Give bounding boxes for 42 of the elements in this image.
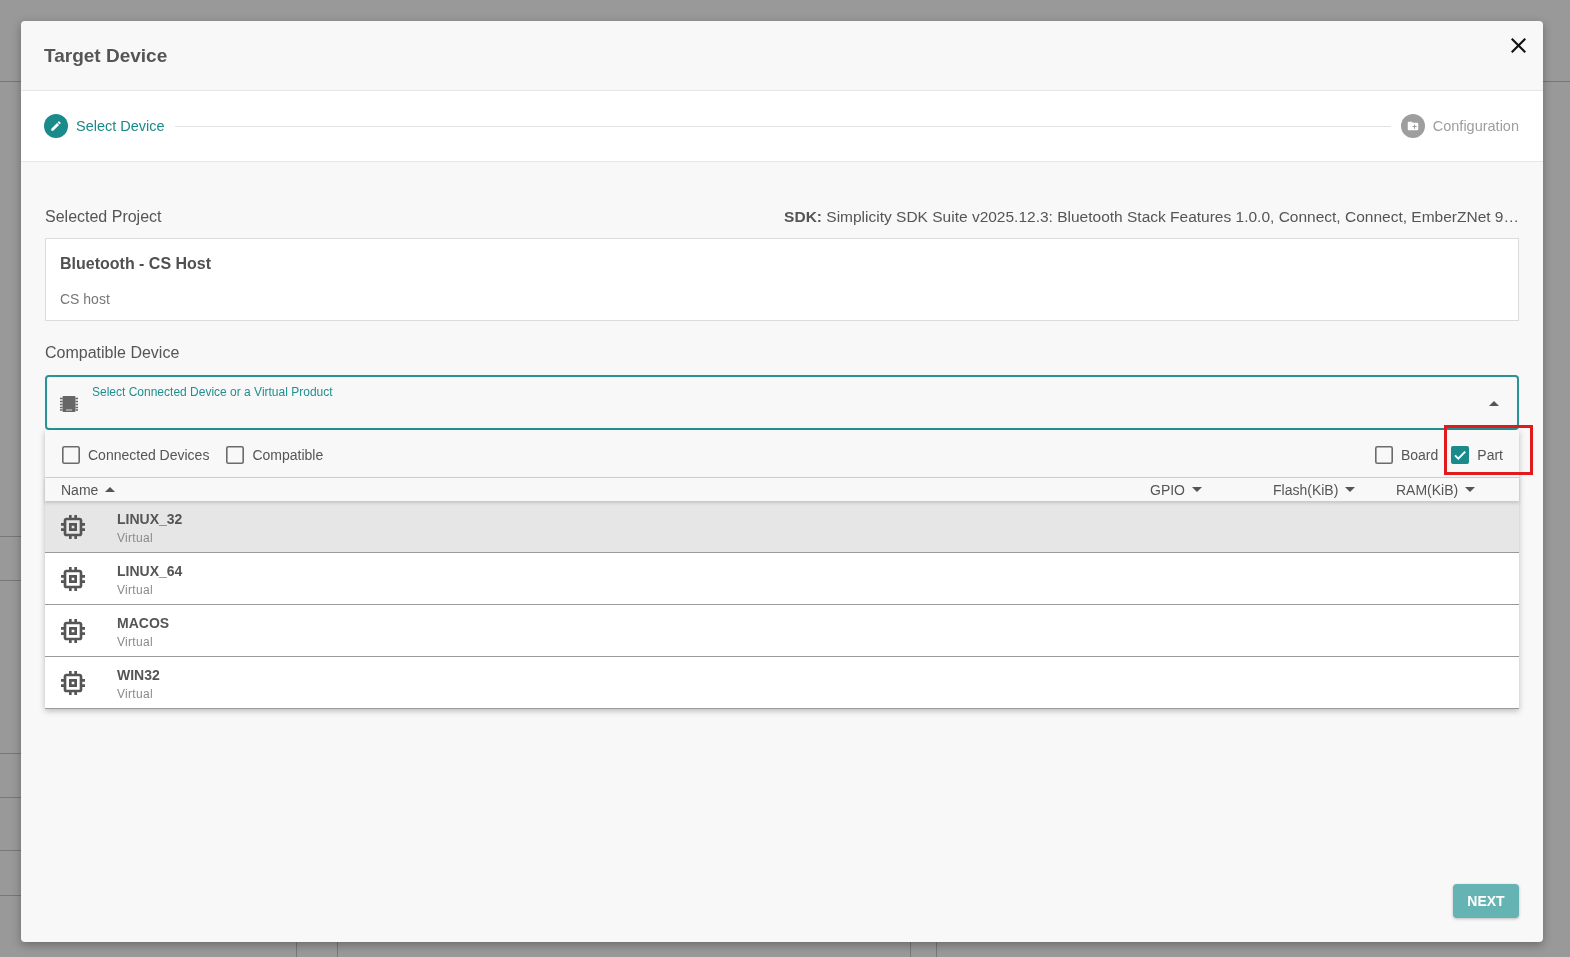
device-type: Virtual xyxy=(117,529,154,546)
checkbox[interactable] xyxy=(62,445,80,464)
chip-icon xyxy=(61,670,85,695)
dialog-title: Target Device xyxy=(44,44,168,67)
column-header[interactable]: RAM(KiB) xyxy=(1396,481,1476,498)
sdk-info: SDK: Simplicity SDK Suite v2025.12.3: Bluetooth Stack Features 1.0.0, Connect, Connect, EmberZNet 9… xyxy=(784,207,1519,227)
device-type: Virtual xyxy=(117,633,154,650)
chip-icon xyxy=(61,514,85,539)
project-description: CS host xyxy=(60,290,111,308)
step-label: Configuration xyxy=(1432,118,1519,134)
folder-plus-icon xyxy=(1400,114,1425,138)
checkbox-label: Connected Devices xyxy=(88,446,210,463)
checkbox-label: Part xyxy=(1477,446,1503,463)
project-title: Bluetooth - CS Host xyxy=(60,254,213,274)
checkbox[interactable] xyxy=(226,445,245,464)
chip-icon xyxy=(60,395,78,412)
close-button[interactable] xyxy=(1508,35,1529,56)
chip-icon xyxy=(61,618,85,643)
device-name: LINUX_64 xyxy=(117,562,183,580)
column-header[interactable]: Flash(KiB) xyxy=(1273,481,1356,498)
device-type: Virtual xyxy=(117,685,154,702)
checkbox-label: Compatible xyxy=(252,446,324,463)
device-name: MACOS xyxy=(117,614,170,632)
column-header[interactable]: Name xyxy=(61,481,116,498)
device-row[interactable]: LINUX_64 Virtual xyxy=(45,553,1519,605)
checkbox[interactable] xyxy=(1374,445,1393,464)
device-row[interactable]: MACOS Virtual xyxy=(45,605,1519,657)
device-name: WIN32 xyxy=(117,666,160,684)
chip-icon xyxy=(61,566,85,591)
device-row[interactable]: WIN32 Virtual xyxy=(45,657,1519,709)
step-label: Select Device xyxy=(76,118,165,134)
column-header[interactable]: GPIO xyxy=(1150,481,1202,498)
checkbox-label: Board xyxy=(1400,446,1439,463)
close-icon xyxy=(1511,38,1526,53)
device-select[interactable]: Select Connected Device or a Virtual Product xyxy=(45,375,1519,430)
device-row[interactable]: LINUX_32 Virtual xyxy=(45,501,1519,553)
section-label: Selected Project xyxy=(45,207,162,227)
section-label: Compatible Device xyxy=(45,343,181,363)
device-type: Virtual xyxy=(117,581,154,598)
pencil-icon xyxy=(44,114,68,138)
device-name: LINUX_32 xyxy=(117,510,183,528)
checkbox[interactable] xyxy=(1451,445,1470,464)
